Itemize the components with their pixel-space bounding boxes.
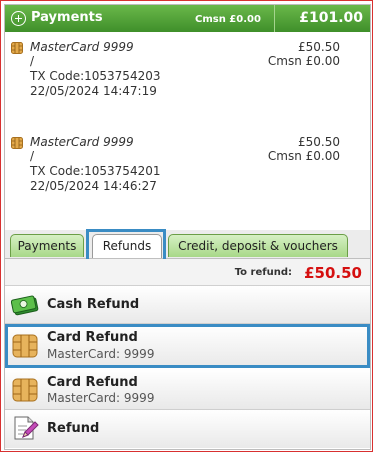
refund-option-title: Refund: [47, 421, 100, 436]
add-circle-icon[interactable]: [11, 11, 26, 26]
tab-credit-deposit-vouchers[interactable]: Credit, deposit & vouchers: [168, 234, 348, 257]
card-refund-button[interactable]: Card Refund MasterCard: 9999: [5, 369, 370, 410]
refund-button[interactable]: Refund: [5, 410, 370, 448]
transaction-commission: Cmsn £0.00: [267, 149, 340, 163]
transaction-method: MasterCard 9999: [30, 40, 134, 54]
refund-option-title: Cash Refund: [47, 297, 140, 312]
transaction-commission: Cmsn £0.00: [267, 54, 340, 68]
refund-summary: To refund: £50.50: [5, 259, 370, 286]
header-divider: [274, 5, 275, 32]
payments-panel: Payments Cmsn £0.00 £101.00 MasterCard 9…: [0, 0, 373, 452]
card-chip-icon: [12, 378, 38, 402]
refund-option-subtitle: MasterCard: 9999: [47, 391, 155, 405]
transaction-amount: £50.50: [298, 40, 340, 54]
transaction-separator: /: [30, 149, 35, 163]
transaction-amount: £50.50: [298, 135, 340, 149]
transaction-item[interactable]: MasterCard 9999 / TX Code:1053754201 22/…: [5, 134, 370, 204]
transaction-method: MasterCard 9999: [30, 135, 134, 149]
card-chip-icon: [11, 137, 23, 149]
card-refund-highlight: [5, 324, 370, 368]
transaction-code: TX Code:1053754201: [30, 164, 161, 178]
transaction-date: 22/05/2024 14:46:27: [30, 179, 157, 193]
payments-header[interactable]: Payments Cmsn £0.00 £101.00: [5, 5, 370, 32]
cash-icon: [11, 295, 39, 316]
payments-total: £101.00: [299, 10, 363, 26]
cash-refund-button[interactable]: Cash Refund: [5, 286, 370, 324]
transaction-separator: /: [30, 54, 35, 68]
edit-document-icon: [14, 416, 39, 440]
transaction-code: TX Code:1053754203: [30, 69, 161, 83]
transaction-item[interactable]: MasterCard 9999 / TX Code:1053754203 22/…: [5, 39, 370, 109]
card-chip-icon: [11, 42, 23, 54]
header-commission: Cmsn £0.00: [195, 14, 261, 25]
tab-refunds-highlight: [86, 229, 166, 262]
transaction-date: 22/05/2024 14:47:19: [30, 84, 157, 98]
panel-inner: Payments Cmsn £0.00 £101.00 MasterCard 9…: [4, 4, 371, 450]
to-refund-label: To refund:: [234, 267, 292, 278]
refund-option-title: Card Refund: [47, 375, 138, 390]
to-refund-amount: £50.50: [304, 264, 362, 282]
payments-title: Payments: [31, 10, 103, 25]
tab-payments[interactable]: Payments: [10, 234, 84, 257]
